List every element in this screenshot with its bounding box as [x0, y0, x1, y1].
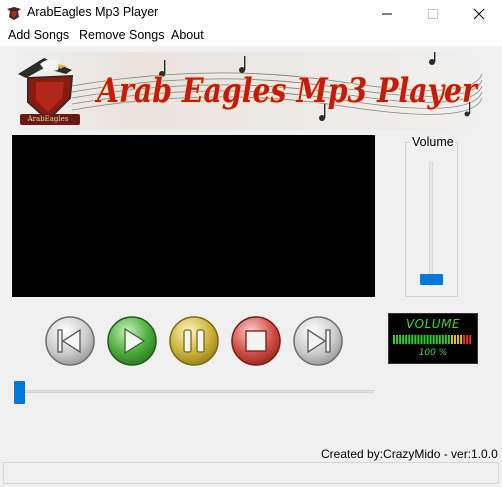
vu-meter-bar: [454, 335, 456, 344]
eagle-logo-icon: [7, 7, 21, 20]
minimize-button[interactable]: [364, 0, 410, 26]
close-button[interactable]: [456, 0, 502, 26]
vu-meter-bar: [432, 335, 435, 344]
vu-meter-bar: [402, 335, 405, 344]
vu-meter-bar: [450, 335, 453, 344]
vu-meter-label: VOLUME: [405, 317, 461, 331]
vu-meter-bar: [457, 335, 460, 344]
video-display[interactable]: [12, 135, 375, 297]
vu-meter-bar: [423, 335, 426, 344]
vu-meter-bar: [420, 335, 423, 344]
vu-meter-bar: [438, 335, 441, 344]
window-title: ArabEagles Mp3 Player: [27, 5, 159, 19]
vu-meter-bar: [441, 335, 444, 344]
minimize-icon: [382, 13, 392, 15]
volume-label: Volume: [411, 135, 455, 149]
vu-meter-bar: [444, 335, 447, 344]
pause-button[interactable]: [168, 315, 220, 367]
app-banner: ArabEagles Arab Eagles Mp3 Player: [12, 52, 490, 130]
seek-slider-thumb[interactable]: [14, 381, 25, 404]
vu-meter-percent: 100 %: [418, 348, 448, 358]
menu-remove-songs[interactable]: Remove Songs: [79, 28, 164, 42]
maximize-button: [410, 0, 456, 26]
vu-meter-bar: [399, 335, 402, 344]
vu-meter-bar: [405, 335, 408, 344]
menu-about[interactable]: About: [171, 28, 204, 42]
vu-meter-bar: [426, 335, 429, 344]
credit-label: Created by:CrazyMido - ver:1.0.0: [321, 447, 498, 461]
vu-meter-bar: [460, 335, 463, 344]
vu-meter-bar: [463, 335, 466, 344]
volume-slider-thumb[interactable]: [420, 274, 443, 285]
volume-slider-track[interactable]: [429, 162, 433, 286]
vu-meter-bar: [447, 335, 450, 344]
vu-meter-bar: [429, 335, 432, 344]
next-button[interactable]: [292, 315, 344, 367]
logo-text: ArabEagles: [27, 115, 69, 123]
vu-meter-bar: [396, 335, 399, 344]
stop-icon: [245, 330, 267, 352]
app-window: ArabEagles Mp3 Player Add Songs Remove S…: [0, 0, 502, 487]
vu-meter-bar: [414, 335, 417, 344]
vu-meter-bar: [408, 335, 411, 344]
seek-slider-track[interactable]: [14, 390, 374, 393]
vu-meter-bar: [466, 335, 469, 344]
maximize-icon: [428, 9, 438, 19]
previous-button[interactable]: [44, 315, 96, 367]
vu-meter: VOLUME 100 %: [388, 313, 478, 364]
vu-meter-bar: [435, 335, 438, 344]
vu-meter-bar: [469, 335, 472, 344]
banner-title: Arab Eagles Mp3 Player: [94, 71, 478, 111]
close-icon: [473, 8, 485, 20]
vu-meter-bar: [411, 335, 414, 344]
menu-add-songs[interactable]: Add Songs: [8, 28, 69, 42]
play-button[interactable]: [106, 315, 158, 367]
vu-meter-bar: [393, 335, 395, 344]
title-bar[interactable]: ArabEagles Mp3 Player: [0, 0, 502, 26]
status-bar: [3, 462, 499, 484]
vu-meter-bars: [393, 335, 472, 344]
menu-bar: Add Songs Remove Songs About: [0, 26, 502, 46]
vu-meter-bar: [417, 335, 420, 344]
stop-button[interactable]: [230, 315, 282, 367]
